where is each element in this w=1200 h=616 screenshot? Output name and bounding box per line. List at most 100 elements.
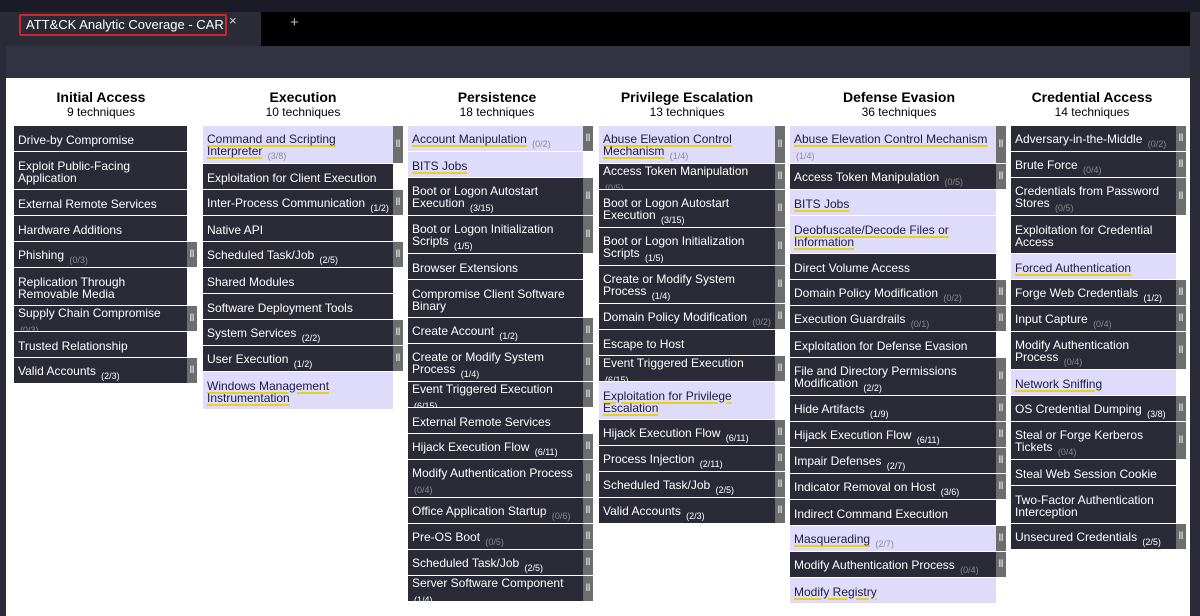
technique-cell[interactable]: Exploitation for Credential Access xyxy=(1011,216,1176,253)
technique-cell[interactable]: Boot or Logon Autostart Execution (3/15) xyxy=(408,178,583,215)
technique-cell[interactable]: Valid Accounts (2/3) xyxy=(14,358,187,383)
technique-cell[interactable]: Phishing (0/3) xyxy=(14,242,187,267)
technique-cell[interactable]: File and Directory Permissions Modificat… xyxy=(790,358,996,395)
technique-cell[interactable]: Browser Extensions xyxy=(408,254,583,279)
technique-cell[interactable]: Account Manipulation (0/2) xyxy=(408,126,583,151)
expand-subtechniques-handle[interactable]: ll xyxy=(1176,396,1186,421)
technique-cell[interactable]: Two-Factor Authentication Interception xyxy=(1011,486,1176,523)
expand-subtechniques-handle[interactable]: ll xyxy=(583,126,593,151)
expand-subtechniques-handle[interactable]: ll xyxy=(996,126,1006,163)
expand-subtechniques-handle[interactable]: ll xyxy=(1176,524,1186,549)
technique-cell[interactable]: Impair Defenses (2/7) xyxy=(790,448,996,473)
expand-subtechniques-handle[interactable]: ll xyxy=(775,472,785,497)
expand-subtechniques-handle[interactable]: ll xyxy=(996,396,1006,421)
expand-subtechniques-handle[interactable]: ll xyxy=(187,358,197,383)
technique-cell[interactable]: Create Account (1/2) xyxy=(408,318,583,343)
technique-cell[interactable]: External Remote Services xyxy=(408,408,583,433)
expand-subtechniques-handle[interactable]: ll xyxy=(775,498,785,523)
technique-cell[interactable]: Supply Chain Compromise (0/3) xyxy=(14,306,187,331)
technique-cell[interactable]: Brute Force (0/4) xyxy=(1011,152,1176,177)
technique-cell[interactable]: Scheduled Task/Job (2/5) xyxy=(408,550,583,575)
technique-cell[interactable]: Exploitation for Privilege Escalation xyxy=(599,382,775,419)
technique-cell[interactable]: Scheduled Task/Job (2/5) xyxy=(203,242,393,267)
technique-cell[interactable]: Create or Modify System Process (1/4) xyxy=(599,266,775,303)
expand-subtechniques-handle[interactable]: ll xyxy=(1176,422,1186,459)
expand-subtechniques-handle[interactable]: ll xyxy=(996,474,1006,499)
technique-cell[interactable]: OS Credential Dumping (3/8) xyxy=(1011,396,1176,421)
tactic-header[interactable]: Execution 10 techniques xyxy=(203,78,403,124)
technique-cell[interactable]: Event Triggered Execution (6/15) xyxy=(599,356,775,381)
expand-subtechniques-handle[interactable]: ll xyxy=(583,460,593,497)
technique-cell[interactable]: Event Triggered Execution (6/15) xyxy=(408,382,583,407)
expand-subtechniques-handle[interactable]: ll xyxy=(583,382,593,407)
technique-cell[interactable]: User Execution (1/2) xyxy=(203,346,393,371)
technique-cell[interactable]: Domain Policy Modification (0/2) xyxy=(599,304,775,329)
tactic-header[interactable]: Defense Evasion 36 techniques xyxy=(798,78,1000,124)
expand-subtechniques-handle[interactable]: ll xyxy=(775,304,785,329)
expand-subtechniques-handle[interactable]: ll xyxy=(1176,178,1186,215)
technique-cell[interactable]: BITS Jobs xyxy=(790,190,996,215)
expand-subtechniques-handle[interactable]: ll xyxy=(393,346,403,371)
expand-subtechniques-handle[interactable]: ll xyxy=(583,344,593,381)
expand-subtechniques-handle[interactable]: ll xyxy=(583,216,593,253)
technique-cell[interactable]: Direct Volume Access xyxy=(790,254,996,279)
expand-subtechniques-handle[interactable]: ll xyxy=(393,190,403,215)
technique-cell[interactable]: Hijack Execution Flow (6/11) xyxy=(599,420,775,445)
tactic-header[interactable]: Privilege Escalation 13 techniques xyxy=(591,78,783,124)
expand-subtechniques-handle[interactable]: ll xyxy=(1176,126,1186,151)
technique-cell[interactable]: Steal or Forge Kerberos Tickets (0/4) xyxy=(1011,422,1176,459)
technique-cell[interactable]: Software Deployment Tools xyxy=(203,294,393,319)
technique-cell[interactable]: Access Token Manipulation (0/5) xyxy=(599,164,775,189)
expand-subtechniques-handle[interactable]: ll xyxy=(996,422,1006,447)
tactic-header[interactable]: Initial Access 9 techniques xyxy=(9,78,193,124)
expand-subtechniques-handle[interactable]: ll xyxy=(583,178,593,215)
technique-cell[interactable]: Native API xyxy=(203,216,393,241)
expand-subtechniques-handle[interactable]: ll xyxy=(187,306,197,331)
technique-cell[interactable]: Boot or Logon Initialization Scripts (1/… xyxy=(599,228,775,265)
technique-cell[interactable]: Input Capture (0/4) xyxy=(1011,306,1176,331)
expand-subtechniques-handle[interactable]: ll xyxy=(583,498,593,523)
technique-cell[interactable]: Shared Modules xyxy=(203,268,393,293)
technique-cell[interactable]: Boot or Logon Autostart Execution (3/15) xyxy=(599,190,775,227)
expand-subtechniques-handle[interactable]: ll xyxy=(583,434,593,459)
expand-subtechniques-handle[interactable]: ll xyxy=(1176,332,1186,369)
expand-subtechniques-handle[interactable]: ll xyxy=(996,526,1006,551)
technique-cell[interactable]: Credentials from Password Stores (0/5) xyxy=(1011,178,1176,215)
technique-cell[interactable]: Modify Registry xyxy=(790,578,996,603)
expand-subtechniques-handle[interactable]: ll xyxy=(996,280,1006,305)
technique-cell[interactable]: Pre-OS Boot (0/5) xyxy=(408,524,583,549)
expand-subtechniques-handle[interactable]: ll xyxy=(996,448,1006,473)
technique-cell[interactable]: Hijack Execution Flow (6/11) xyxy=(408,434,583,459)
expand-subtechniques-handle[interactable]: ll xyxy=(775,446,785,471)
expand-subtechniques-handle[interactable]: ll xyxy=(775,228,785,265)
technique-cell[interactable]: Exploitation for Defense Evasion xyxy=(790,332,996,357)
technique-cell[interactable]: Escape to Host xyxy=(599,330,775,355)
technique-cell[interactable]: System Services (2/2) xyxy=(203,320,393,345)
technique-cell[interactable]: Abuse Elevation Control Mechanism (1/4) xyxy=(599,126,775,163)
expand-subtechniques-handle[interactable]: ll xyxy=(393,320,403,345)
expand-subtechniques-handle[interactable]: ll xyxy=(775,190,785,227)
expand-subtechniques-handle[interactable]: ll xyxy=(1176,152,1186,177)
expand-subtechniques-handle[interactable]: ll xyxy=(583,550,593,575)
technique-cell[interactable]: Exploitation for Client Execution xyxy=(203,164,393,189)
layer-tab-title[interactable]: ATT&CK Analytic Coverage - CAR xyxy=(19,14,227,36)
technique-cell[interactable]: Process Injection (2/11) xyxy=(599,446,775,471)
expand-subtechniques-handle[interactable]: ll xyxy=(393,126,403,163)
technique-cell[interactable]: Unsecured Credentials (2/5) xyxy=(1011,524,1176,549)
technique-cell[interactable]: Hijack Execution Flow (6/11) xyxy=(790,422,996,447)
expand-subtechniques-handle[interactable]: ll xyxy=(996,164,1006,189)
technique-cell[interactable]: Abuse Elevation Control Mechanism (1/4) xyxy=(790,126,996,163)
technique-cell[interactable]: Execution Guardrails (0/1) xyxy=(790,306,996,331)
technique-cell[interactable]: Replication Through Removable Media xyxy=(14,268,187,305)
technique-cell[interactable]: Forge Web Credentials (1/2) xyxy=(1011,280,1176,305)
technique-cell[interactable]: Exploit Public-Facing Application xyxy=(14,152,187,189)
technique-cell[interactable]: Forced Authentication xyxy=(1011,254,1176,279)
expand-subtechniques-handle[interactable]: ll xyxy=(583,576,593,601)
technique-cell[interactable]: Hardware Additions xyxy=(14,216,187,241)
technique-cell[interactable]: Adversary-in-the-Middle (0/2) xyxy=(1011,126,1176,151)
expand-subtechniques-handle[interactable]: ll xyxy=(187,242,197,267)
expand-subtechniques-handle[interactable]: ll xyxy=(996,552,1006,577)
technique-cell[interactable]: BITS Jobs xyxy=(408,152,583,177)
technique-cell[interactable]: Scheduled Task/Job (2/5) xyxy=(599,472,775,497)
new-tab-plus-icon[interactable]: + xyxy=(290,14,299,31)
